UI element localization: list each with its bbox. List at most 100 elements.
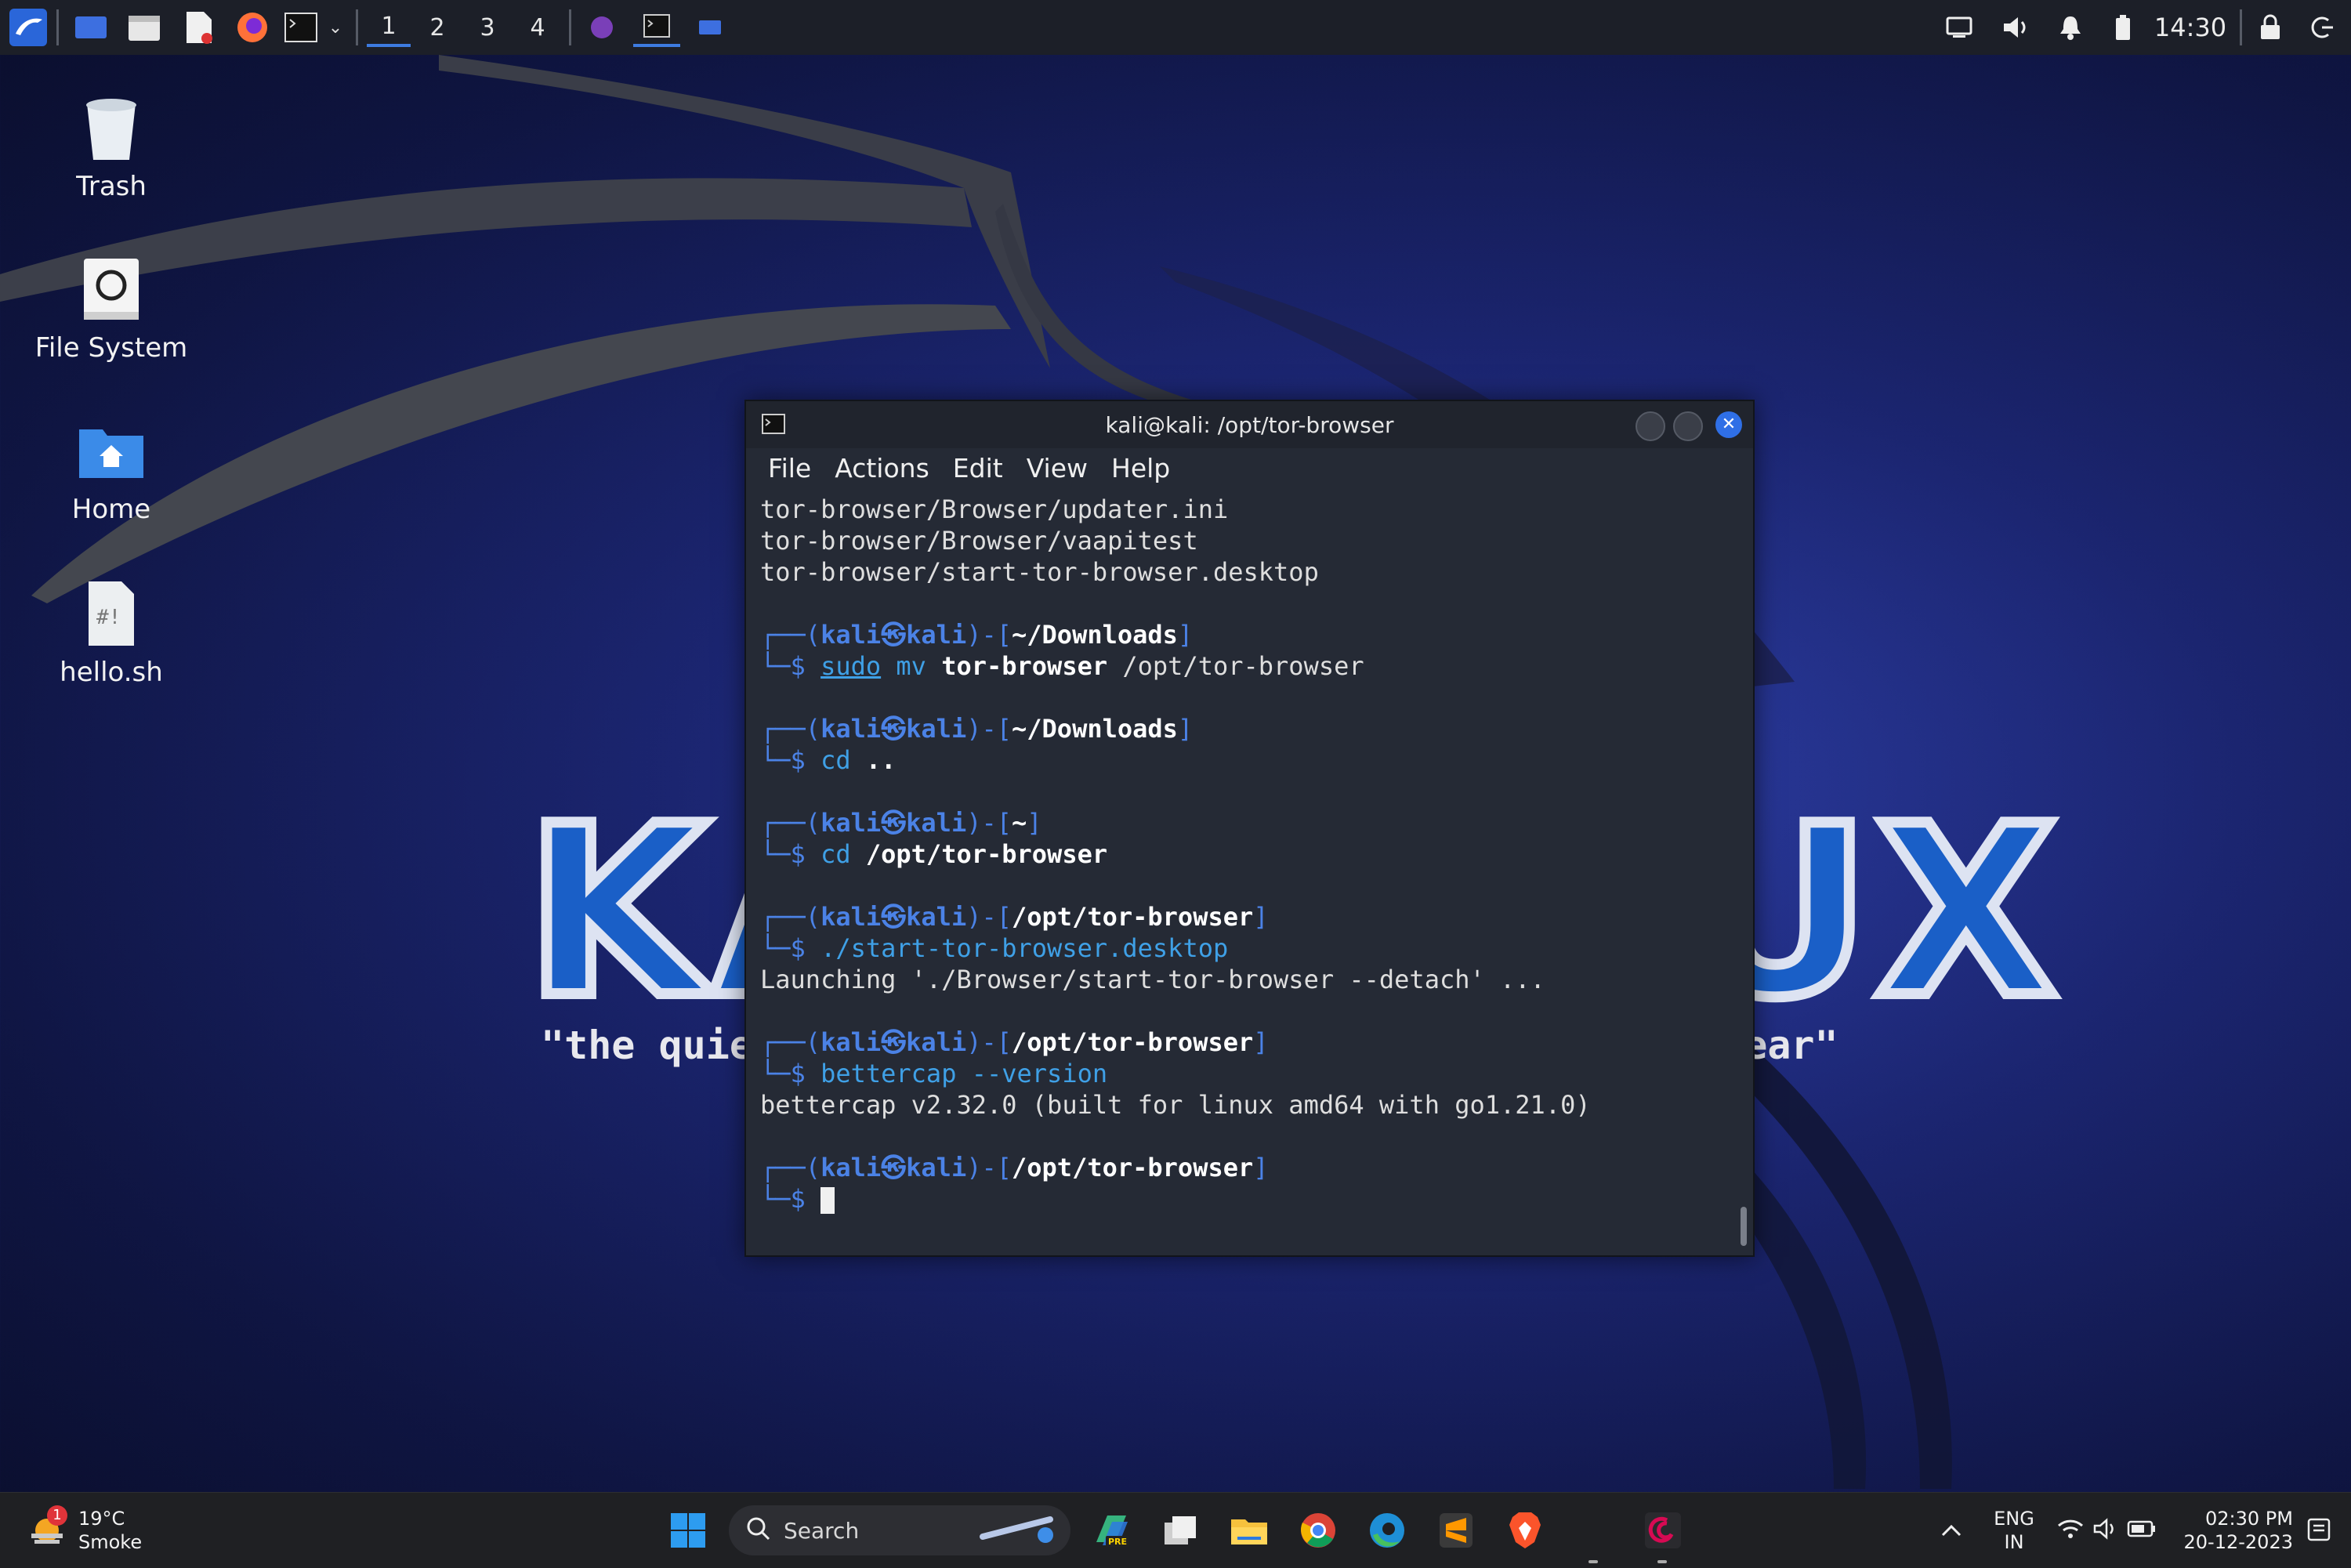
bell-icon[interactable] (2049, 8, 2092, 47)
language-line1: ENG (1994, 1508, 2034, 1530)
trash-icon (76, 92, 147, 163)
drive-icon (76, 254, 147, 324)
command-line: └─$ (760, 1183, 1730, 1215)
search-placeholder: Search (784, 1517, 860, 1544)
speaker-icon (2092, 1516, 2119, 1544)
kali-top-panel: ⌄ 1 2 3 4 14:30 (0, 0, 2351, 55)
language-line2: IN (2004, 1531, 2024, 1553)
close-button[interactable]: ✕ (1715, 411, 1742, 438)
terminal-window-icon[interactable] (633, 8, 680, 47)
menu-actions[interactable]: Actions (835, 453, 929, 483)
chevron-up-icon[interactable] (1929, 1508, 1973, 1552)
terminal-window[interactable]: kali@kali: /opt/tor-browser ✕ File Actio… (744, 400, 1755, 1257)
window-icon[interactable] (688, 8, 732, 47)
home-folder-icon (76, 415, 147, 486)
close-icon: ✕ (1721, 415, 1737, 434)
svg-text:#!: #! (96, 606, 121, 629)
workspace-4[interactable]: 4 (516, 8, 560, 47)
sublime-text-icon[interactable] (1434, 1508, 1478, 1552)
running-indicator (1588, 1560, 1598, 1563)
command-line: └─$ cd /opt/tor-browser (760, 839, 1108, 869)
prompt-line: ┌──(kali㉿kali)-[/opt/tor-browser] (760, 1027, 1269, 1057)
task-view-icon[interactable] (1158, 1508, 1202, 1552)
prompt-line: ┌──(kali㉿kali)-[~/Downloads] (760, 714, 1194, 744)
brave-icon[interactable] (1503, 1508, 1547, 1552)
weather-desc: Smoke (78, 1531, 143, 1553)
chrome-icon[interactable] (1296, 1508, 1340, 1552)
notification-icon[interactable] (2298, 1508, 2342, 1552)
desktop-icon-label: File System (34, 332, 188, 364)
terminal-titlebar[interactable]: kali@kali: /opt/tor-browser ✕ (746, 401, 1753, 448)
workspace-1[interactable]: 1 (367, 8, 411, 47)
search-icon (746, 1516, 771, 1544)
command-line: └─$ bettercap --version (760, 1059, 1108, 1088)
terminal-output[interactable]: tor-browser/Browser/updater.ini tor-brows… (760, 494, 1730, 1240)
command-line: └─$ ./start-tor-browser.desktop (760, 933, 1229, 963)
weather-badge: 1 (47, 1505, 67, 1526)
desktop-icon-trash[interactable]: Trash (33, 92, 190, 202)
panel-clock[interactable]: 14:30 (2147, 8, 2233, 47)
terminal-icon[interactable] (279, 8, 323, 47)
firefox-icon[interactable] (230, 8, 274, 47)
prompt-line: ┌──(kali㉿kali)-[/opt/tor-browser] (760, 902, 1269, 932)
copilot-preview-icon[interactable]: PRE (1089, 1508, 1133, 1552)
volume-icon[interactable] (1994, 8, 2038, 47)
taskbar-date: 20-12-2023 (2183, 1531, 2293, 1553)
menu-file[interactable]: File (768, 453, 811, 483)
search-highlight-icon (980, 1513, 1058, 1548)
battery-icon[interactable] (2103, 8, 2143, 47)
svg-text:PRE: PRE (1108, 1537, 1127, 1547)
edge-icon[interactable] (1365, 1508, 1409, 1552)
taskbar-time: 02:30 PM (2205, 1508, 2293, 1530)
terminal-menubar: File Actions Edit View Help (746, 448, 1753, 487)
language-indicator[interactable]: ENG IN (1991, 1507, 2038, 1554)
taskbar-search[interactable]: Search (729, 1505, 1070, 1555)
lock-icon[interactable] (2251, 8, 2290, 47)
windows-taskbar: 1 19°C Smoke Search PRE ENG IN 02:30 PM … (0, 1492, 2351, 1568)
command-line: └─$ sudo mv tor-browser /opt/tor-browser (760, 651, 1364, 681)
text-cursor (820, 1187, 835, 1214)
wifi-icon (2056, 1516, 2085, 1544)
terminal-title: kali@kali: /opt/tor-browser (1105, 411, 1394, 438)
desktop-icon-label: Trash (76, 171, 147, 202)
debian-kali-icon[interactable] (1641, 1508, 1685, 1552)
kali-menu-icon[interactable] (6, 8, 50, 47)
terminal-scrollbar[interactable] (1741, 1207, 1747, 1246)
output-line: tor-browser/Browser/vaapitest (760, 526, 1198, 556)
file-manager-icon[interactable] (122, 8, 166, 47)
taskbar-clock[interactable]: 02:30 PM 20-12-2023 (2175, 1507, 2293, 1554)
workspace-3[interactable]: 3 (465, 8, 509, 47)
prompt-line: ┌──(kali㉿kali)-[~/Downloads] (760, 620, 1194, 650)
weather-widget[interactable]: 1 19°C Smoke (24, 1505, 165, 1555)
text-editor-icon[interactable] (177, 8, 221, 47)
prompt-line: ┌──(kali㉿kali)-[~] (760, 808, 1042, 838)
output-line: Launching './Browser/start-tor-browser -… (760, 965, 1545, 994)
windows-start-icon[interactable] (666, 1508, 710, 1552)
workspace-2[interactable]: 2 (415, 8, 459, 47)
weather-temp: 19°C (78, 1508, 125, 1530)
tor-icon[interactable] (580, 8, 624, 47)
file-explorer-icon[interactable] (1227, 1508, 1271, 1552)
running-indicator (1657, 1560, 1667, 1563)
output-line: bettercap v2.32.0 (built for linux amd64… (760, 1090, 1591, 1120)
command-line: └─$ cd .. (760, 745, 897, 775)
menu-help[interactable]: Help (1111, 453, 1170, 483)
menu-view[interactable]: View (1027, 453, 1088, 483)
tray-network-volume-battery[interactable] (2056, 1513, 2158, 1548)
desktop-icon-label: hello.sh (60, 657, 163, 688)
battery-icon (2127, 1517, 2157, 1544)
script-file-icon: #! (76, 578, 147, 649)
minimize-button[interactable] (1636, 411, 1665, 441)
prompt-line: ┌──(kali㉿kali)-[/opt/tor-browser] (760, 1153, 1269, 1182)
desktop-icon-home[interactable]: Home (33, 415, 190, 525)
maximize-button[interactable] (1673, 411, 1703, 441)
desktop-icon-filesystem[interactable]: File System (33, 254, 190, 364)
desktop-icon-hello-sh[interactable]: #! hello.sh (33, 578, 190, 688)
logout-icon[interactable] (2302, 8, 2342, 47)
desktop-icon-label: Home (71, 494, 151, 525)
desktop-icon[interactable] (69, 8, 113, 47)
menu-edit[interactable]: Edit (953, 453, 1003, 483)
chevron-down-icon[interactable]: ⌄ (321, 8, 350, 47)
output-line: tor-browser/Browser/updater.ini (760, 494, 1229, 524)
display-icon[interactable] (1937, 8, 1981, 47)
